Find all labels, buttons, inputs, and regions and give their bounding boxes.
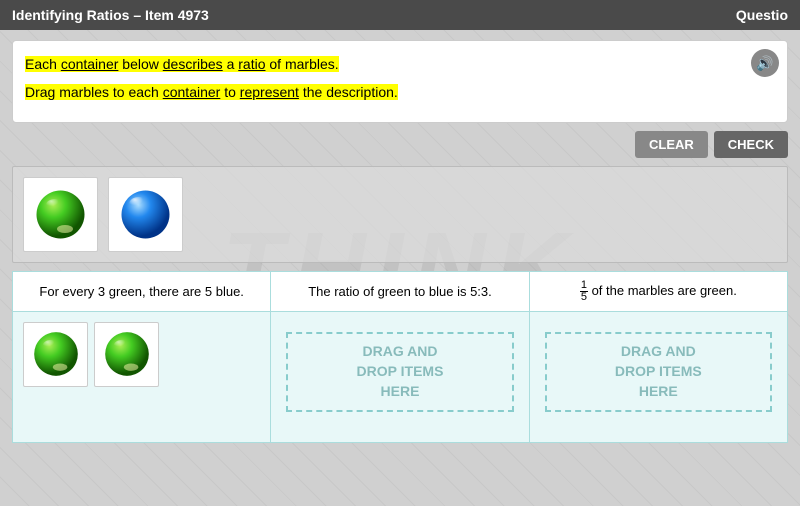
page-title: Identifying Ratios – Item 4973 bbox=[12, 7, 209, 23]
drop-zone-2[interactable]: The ratio of green to blue is 5:3. DRAG … bbox=[271, 271, 529, 443]
green-marble-palette[interactable] bbox=[23, 177, 98, 252]
drop-zone-1[interactable]: For every 3 green, there are 5 blue. bbox=[12, 271, 271, 443]
fraction-denominator: 5 bbox=[580, 292, 588, 303]
drop-zone-2-label: The ratio of green to blue is 5:3. bbox=[271, 272, 528, 312]
drop-zones-container: For every 3 green, there are 5 blue. bbox=[12, 271, 788, 443]
instruction-line-2: Drag marbles to each container to repres… bbox=[25, 81, 747, 103]
check-button[interactable]: CHECK bbox=[714, 131, 788, 158]
instruction-box: Each container below describes a ratio o… bbox=[12, 40, 788, 123]
drop-zone-3-placeholder: DRAG ANDDROP ITEMSHERE bbox=[545, 332, 772, 412]
drop-zone-3-label: 1 5 of the marbles are green. bbox=[530, 272, 787, 312]
action-buttons: CLEAR CHECK bbox=[0, 131, 800, 166]
header-right: Questio bbox=[736, 7, 788, 23]
drop-zone-2-content: DRAG ANDDROP ITEMSHERE bbox=[271, 312, 528, 442]
drop-zone-3[interactable]: 1 5 of the marbles are green. DRAG ANDDR… bbox=[530, 271, 788, 443]
green-marble-zone1-1[interactable] bbox=[23, 322, 88, 387]
drop-zone-3-content: DRAG ANDDROP ITEMSHERE bbox=[530, 312, 787, 442]
instruction-text-2: Drag marbles to each container to repres… bbox=[25, 84, 398, 100]
fraction-label: 1 5 of the marbles are green. bbox=[580, 280, 737, 303]
fraction-icon: 1 5 bbox=[580, 280, 588, 303]
app-header: Identifying Ratios – Item 4973 Questio bbox=[0, 0, 800, 30]
instruction-text-1: Each container below describes a ratio o… bbox=[25, 56, 339, 72]
drop-zone-1-label: For every 3 green, there are 5 blue. bbox=[13, 272, 270, 312]
instruction-line-1: Each container below describes a ratio o… bbox=[25, 53, 747, 75]
green-marble-zone1-2[interactable] bbox=[94, 322, 159, 387]
marble-palette bbox=[12, 166, 788, 263]
sound-button[interactable]: 🔊 bbox=[751, 49, 779, 77]
drop-zone-2-placeholder: DRAG ANDDROP ITEMSHERE bbox=[286, 332, 513, 412]
fraction-numerator: 1 bbox=[580, 280, 588, 292]
blue-marble-palette[interactable] bbox=[108, 177, 183, 252]
fraction-suffix: of the marbles are green. bbox=[592, 283, 737, 298]
drop-zone-1-content bbox=[13, 312, 270, 442]
clear-button[interactable]: CLEAR bbox=[635, 131, 708, 158]
main-content: THINK Each container below describes a r… bbox=[0, 30, 800, 506]
